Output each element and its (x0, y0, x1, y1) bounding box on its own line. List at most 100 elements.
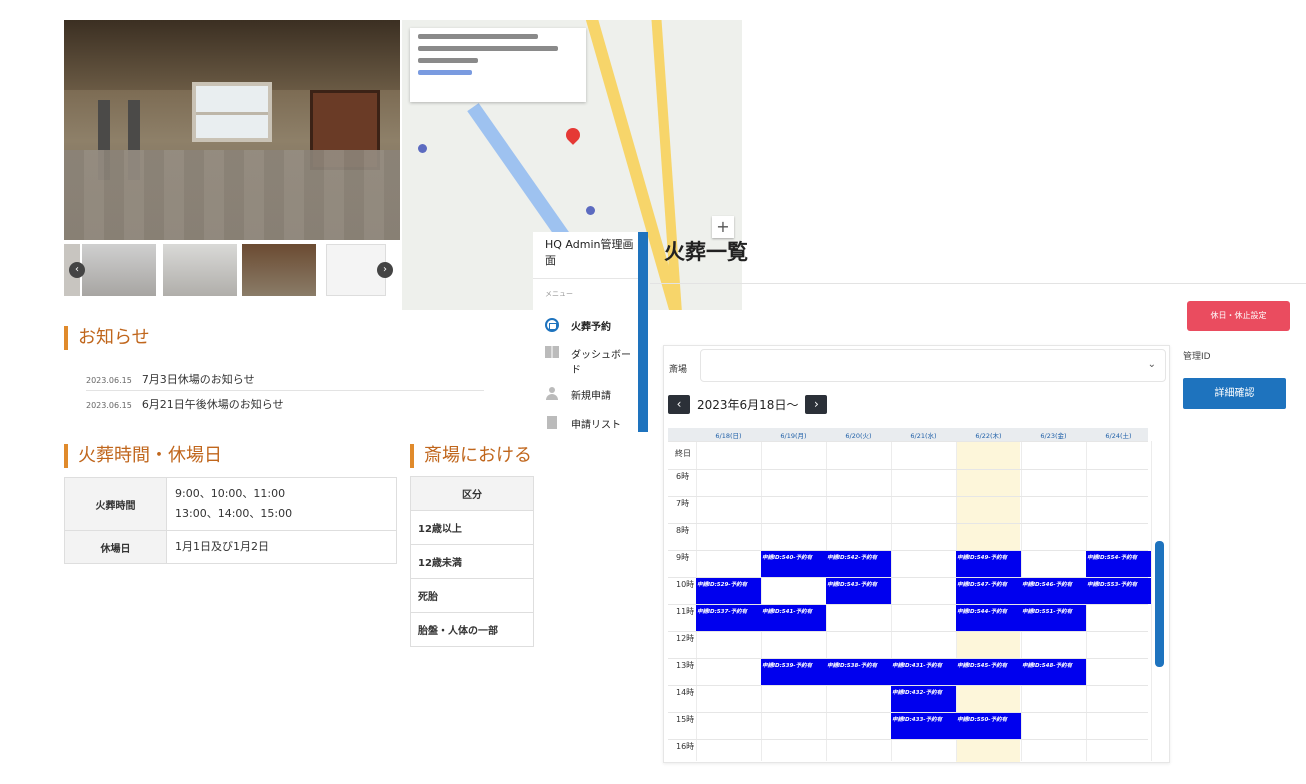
sidebar-item-new-application[interactable]: 新規申請 (545, 387, 637, 402)
booking-event[interactable]: 申請ID:554-予約有 (1086, 551, 1151, 577)
booking-event[interactable]: 申請ID:550-予約有 (956, 713, 1021, 739)
fees-title: 斎場における (410, 444, 532, 468)
table-cell: 12歳以上 (410, 510, 534, 545)
table-header-cell: 火葬時間 (64, 477, 167, 531)
photo-ceiling (64, 20, 400, 90)
hours-title: 火葬時間・休場日 (64, 444, 222, 468)
booking-event[interactable]: 申請ID:544-予約有 (956, 605, 1021, 631)
hour-label: 9時 (676, 553, 690, 562)
hour-label: 14時 (676, 688, 695, 697)
booking-event[interactable]: 申請ID:551-予約有 (1021, 605, 1086, 631)
notice-title[interactable]: 7月3日休場のお知らせ (142, 373, 255, 386)
table-cell: 1月1日及び1月2日 (166, 530, 397, 564)
booking-event[interactable]: 申請ID:538-予約有 (826, 659, 891, 685)
table-header-cell: 休場日 (64, 530, 167, 564)
grid-line (1151, 441, 1152, 761)
allday-row (668, 441, 1148, 469)
booking-event[interactable]: 申請ID:537-予約有 (696, 605, 761, 631)
notice-title[interactable]: 6月21日午後休場のお知らせ (142, 398, 284, 411)
booking-event[interactable]: 申請ID:432-予約有 (891, 686, 956, 712)
zoom-in-button[interactable]: + (712, 216, 734, 238)
venue-label: 斎場 (669, 365, 688, 375)
booking-event[interactable]: 申請ID:543-予約有 (826, 578, 891, 604)
hour-row: 8時 (668, 523, 1148, 550)
day-header[interactable]: 6/22(木) (956, 430, 1021, 440)
sidebar-item-application-list[interactable]: 申請リスト (545, 416, 637, 431)
table-cell: 死胎 (410, 578, 534, 613)
holiday-settings-button[interactable]: 休日・休止設定 (1187, 301, 1290, 331)
hour-label: 6時 (676, 472, 690, 481)
prev-week-button[interactable]: ‹ (668, 395, 690, 414)
hour-label: 7時 (676, 499, 690, 508)
map-info-box (410, 28, 586, 102)
hours-table: 火葬時間 9:00、10:00、11:00 13:00、14:00、15:00 … (64, 477, 397, 564)
sidebar-item-dashboard[interactable]: ダッシュボード (545, 346, 637, 376)
next-week-button[interactable]: › (805, 395, 828, 414)
sidebar-item-cremation-booking[interactable]: 火葬予約 (545, 318, 637, 333)
hours-line: 9:00、10:00、11:00 (175, 487, 286, 500)
hour-row: 16時 (668, 739, 1148, 762)
table-header-cell: 区分 (410, 476, 534, 511)
booking-event[interactable]: 申請ID:553-予約有 (1086, 578, 1151, 604)
booking-event[interactable]: 申請ID:433-予約有 (891, 713, 956, 739)
calendar-scrollbar[interactable] (1155, 541, 1164, 667)
hour-row: 7時 (668, 496, 1148, 523)
day-header[interactable]: 6/19(月) (761, 430, 826, 440)
booking-event[interactable]: 申請ID:541-予約有 (761, 605, 826, 631)
booking-event[interactable]: 申請ID:546-予約有 (1021, 578, 1086, 604)
day-header[interactable]: 6/20(火) (826, 430, 891, 440)
notice-date: 2023.06.15 (86, 376, 132, 385)
calendar-icon (545, 318, 559, 332)
booking-event[interactable]: 申請ID:529-予約有 (696, 578, 761, 604)
notice-item[interactable]: 2023.06.15 7月3日休場のお知らせ (86, 371, 255, 387)
sidebar-item-label: ダッシュボード (571, 350, 631, 376)
table-row: 12歳以上 (410, 510, 534, 545)
chevron-right-icon[interactable]: › (377, 262, 393, 278)
table-row: 休場日 1月1日及び1月2日 (64, 530, 397, 564)
booking-event[interactable]: 申請ID:549-予約有 (956, 551, 1021, 577)
notice-date: 2023.06.15 (86, 401, 132, 410)
day-header[interactable]: 6/21(水) (891, 430, 956, 440)
calendar-panel: 斎場 ⌄ ‹ 2023年6月18日〜 › 6/18(日) 6/19(月) 6/20(… (663, 345, 1170, 763)
page-title: 火葬一覧 (664, 240, 748, 264)
notice-item[interactable]: 2023.06.15 6月21日午後休場のお知らせ (86, 396, 284, 412)
fees-table: 区分 12歳以上 12歳未満 死胎 胎盤・人体の一部 (410, 476, 534, 647)
booking-event[interactable]: 申請ID:431-予約有 (891, 659, 956, 685)
day-header[interactable]: 6/18(日) (696, 430, 761, 440)
day-header[interactable]: 6/23(金) (1021, 430, 1086, 440)
map-pin-icon[interactable] (563, 125, 583, 145)
notices-title: お知らせ (64, 326, 150, 350)
week-navigation: ‹ 2023年6月18日〜 › (668, 395, 828, 414)
sidebar-accent-bar (638, 232, 648, 432)
sidebar-item-label: 新規申請 (571, 391, 611, 402)
venue-select[interactable]: ⌄ (700, 349, 1166, 382)
menu-label: メニュー (545, 290, 573, 298)
divider (533, 278, 638, 279)
user-add-icon (545, 387, 559, 401)
hour-row: 9時 (668, 550, 1148, 577)
thumbnail[interactable] (242, 244, 316, 296)
hours-line: 13:00、14:00、15:00 (175, 507, 293, 520)
hour-label: 12時 (676, 634, 695, 643)
hour-row: 6時 (668, 469, 1148, 496)
day-header[interactable]: 6/24(土) (1086, 430, 1151, 440)
detail-check-button[interactable]: 詳細確認 (1183, 378, 1286, 409)
chevron-left-icon[interactable]: ‹ (69, 262, 85, 278)
booking-event[interactable]: 申請ID:542-予約有 (826, 551, 891, 577)
table-row: 火葬時間 9:00、10:00、11:00 13:00、14:00、15:00 (64, 477, 397, 531)
table-row: 区分 (410, 476, 534, 511)
booking-event[interactable]: 申請ID:545-予約有 (956, 659, 1021, 685)
hour-label: 13時 (676, 661, 695, 670)
booking-event[interactable]: 申請ID:539-予約有 (761, 659, 826, 685)
booking-event[interactable]: 申請ID:547-予約有 (956, 578, 1021, 604)
booking-event[interactable]: 申請ID:548-予約有 (1021, 659, 1086, 685)
map-poi-icon (418, 144, 427, 153)
hour-label: 11時 (676, 607, 695, 616)
thumbnail[interactable] (82, 244, 156, 296)
divider (650, 283, 1306, 284)
week-label: 2023年6月18日〜 (697, 398, 799, 412)
booking-event[interactable]: 申請ID:540-予約有 (761, 551, 826, 577)
thumbnail[interactable] (163, 244, 237, 296)
hour-label: 10時 (676, 580, 695, 589)
divider (86, 390, 484, 391)
